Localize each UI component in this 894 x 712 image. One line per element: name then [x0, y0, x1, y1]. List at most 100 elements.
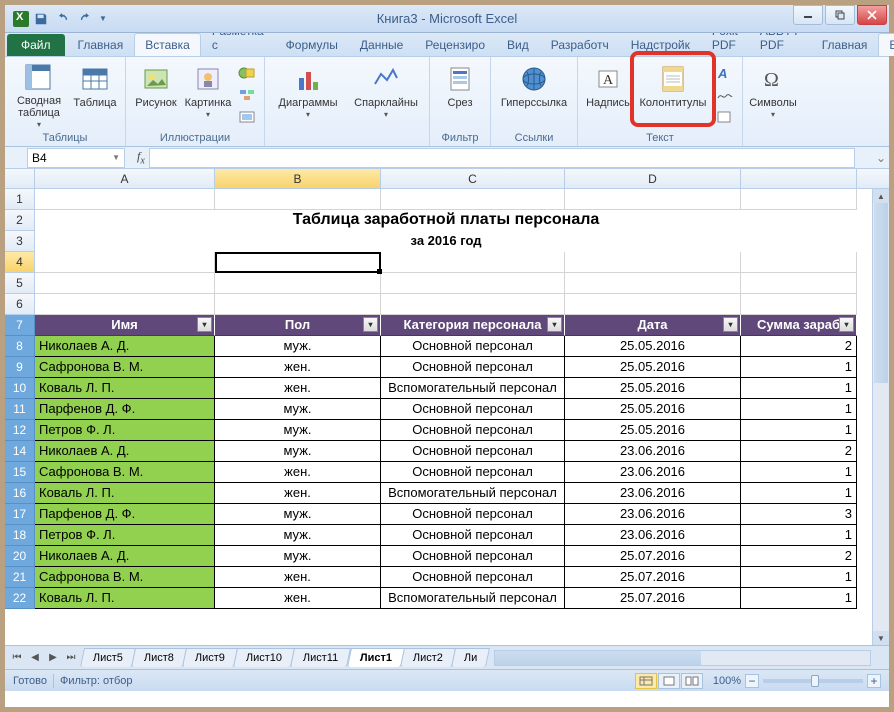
cell[interactable]: жен.	[215, 462, 381, 483]
cell[interactable]: 23.06.2016	[565, 462, 741, 483]
name-box[interactable]: B4 ▼	[27, 148, 125, 168]
cell[interactable]: 25.07.2016	[565, 588, 741, 609]
cell[interactable]: Вспомогательный персонал	[381, 378, 565, 399]
cell[interactable]: жен.	[215, 588, 381, 609]
sparklines-button[interactable]: Спарклайны ▾	[349, 59, 423, 127]
ribbon-tab-вставка[interactable]: Вставка	[134, 33, 201, 56]
cell[interactable]: Коваль Л. П.	[35, 378, 215, 399]
cell[interactable]: муж.	[215, 546, 381, 567]
table-header-cell[interactable]: Категория персонала▾	[381, 315, 565, 336]
row-header[interactable]: 11	[5, 399, 35, 420]
cell[interactable]: Парфенов Д. Ф.	[35, 399, 215, 420]
file-tab[interactable]: Файл	[7, 34, 65, 56]
sheet-tab[interactable]: Лист1	[347, 648, 405, 667]
cell[interactable]	[35, 294, 215, 315]
cell[interactable]	[381, 273, 565, 294]
cell[interactable]: 1	[741, 378, 857, 399]
cell[interactable]: за 2016 год	[35, 231, 857, 252]
page-break-view-button[interactable]	[681, 673, 703, 689]
table-header-cell[interactable]: Сумма зараб▾	[741, 315, 857, 336]
hyperlink-button[interactable]: Гиперссылка	[497, 59, 571, 127]
cell[interactable]: муж.	[215, 336, 381, 357]
ribbon-tab-формулы[interactable]: Формулы	[275, 33, 349, 56]
cell[interactable]: жен.	[215, 567, 381, 588]
scroll-down-icon[interactable]: ▼	[873, 631, 889, 645]
row-header[interactable]: 16	[5, 483, 35, 504]
cell[interactable]	[741, 273, 857, 294]
cell[interactable]: 1	[741, 462, 857, 483]
row-header[interactable]: 8	[5, 336, 35, 357]
vertical-scrollbar[interactable]: ▲ ▼	[872, 189, 889, 645]
first-sheet-icon[interactable]: ⏮	[9, 650, 25, 666]
cell[interactable]: 25.05.2016	[565, 420, 741, 441]
filter-button[interactable]: ▾	[547, 317, 562, 332]
cell[interactable]: Основной персонал	[381, 462, 565, 483]
formula-bar[interactable]	[149, 148, 855, 168]
column-header[interactable]: A	[35, 169, 215, 188]
row-header[interactable]: 22	[5, 588, 35, 609]
cell[interactable]: Основной персонал	[381, 504, 565, 525]
zoom-level[interactable]: 100%	[713, 675, 741, 687]
row-header[interactable]: 3	[5, 231, 35, 252]
cell[interactable]: Коваль Л. П.	[35, 483, 215, 504]
cell[interactable]: Петров Ф. Л.	[35, 525, 215, 546]
cell[interactable]: муж.	[215, 420, 381, 441]
h-scroll-thumb[interactable]	[495, 651, 701, 665]
cell[interactable]: 2	[741, 336, 857, 357]
cell[interactable]: жен.	[215, 483, 381, 504]
cell[interactable]: 23.06.2016	[565, 504, 741, 525]
scroll-up-icon[interactable]: ▲	[873, 189, 889, 203]
normal-view-button[interactable]	[635, 673, 657, 689]
filter-button[interactable]: ▾	[197, 317, 212, 332]
cell[interactable]	[565, 189, 741, 210]
cell[interactable]	[565, 252, 741, 273]
table-header-cell[interactable]: Пол▾	[215, 315, 381, 336]
sheet-tab[interactable]: Лист2	[400, 648, 456, 667]
fx-icon[interactable]: fx	[137, 149, 145, 166]
cell[interactable]	[381, 252, 565, 273]
row-header[interactable]: 15	[5, 462, 35, 483]
row-header[interactable]: 5	[5, 273, 35, 294]
row-header[interactable]: 14	[5, 441, 35, 462]
cell[interactable]	[35, 252, 215, 273]
cell[interactable]: Коваль Л. П.	[35, 588, 215, 609]
worksheet-grid[interactable]: ABCD 12Таблица заработной платы персонал…	[5, 169, 889, 645]
maximize-button[interactable]	[825, 5, 855, 25]
cell[interactable]: Парфенов Д. Ф.	[35, 504, 215, 525]
cell[interactable]: 23.06.2016	[565, 525, 741, 546]
filter-button[interactable]: ▾	[723, 317, 738, 332]
cell[interactable]: 25.05.2016	[565, 336, 741, 357]
signature-button[interactable]	[714, 85, 736, 105]
cell[interactable]	[381, 189, 565, 210]
select-all-corner[interactable]	[5, 169, 35, 188]
cell[interactable]: Сафронова В. М.	[35, 567, 215, 588]
cell[interactable]: 2	[741, 441, 857, 462]
zoom-in-button[interactable]: +	[867, 674, 881, 688]
column-header[interactable]: C	[381, 169, 565, 188]
cell[interactable]	[381, 294, 565, 315]
cell[interactable]: Николаев А. Д.	[35, 546, 215, 567]
cell[interactable]: Николаев А. Д.	[35, 336, 215, 357]
charts-button[interactable]: Диаграммы ▾	[271, 59, 345, 127]
cell[interactable]: 23.06.2016	[565, 483, 741, 504]
row-header[interactable]: 4	[5, 252, 35, 273]
ribbon-tab-вид[interactable]: Вид	[496, 33, 540, 56]
excel-icon[interactable]	[13, 11, 29, 27]
cell[interactable]: 1	[741, 588, 857, 609]
symbols-button[interactable]: Ω Символы ▾	[749, 59, 797, 127]
cell[interactable]: 25.05.2016	[565, 399, 741, 420]
row-header[interactable]: 17	[5, 504, 35, 525]
cell[interactable]: Вспомогательный персонал	[381, 588, 565, 609]
cell[interactable]: 1	[741, 399, 857, 420]
cell[interactable]: Таблица заработной платы персонала	[35, 210, 857, 231]
cell[interactable]: муж.	[215, 441, 381, 462]
sheet-tab[interactable]: Лист10	[233, 648, 295, 667]
cell[interactable]: Основной персонал	[381, 357, 565, 378]
row-header[interactable]: 9	[5, 357, 35, 378]
horizontal-scrollbar[interactable]	[494, 650, 871, 666]
row-header[interactable]: 1	[5, 189, 35, 210]
zoom-out-button[interactable]: −	[745, 674, 759, 688]
cell[interactable]	[215, 252, 381, 273]
sheet-tab[interactable]: Лист5	[80, 648, 136, 667]
cell[interactable]: 1	[741, 420, 857, 441]
